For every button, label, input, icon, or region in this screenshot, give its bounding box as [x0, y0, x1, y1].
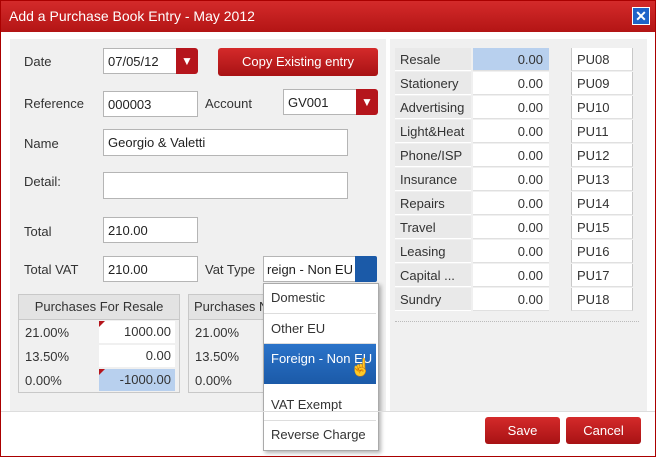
hand-cursor-icon: ☝ — [350, 358, 372, 377]
purchases-for-resale-table: Purchases For Resale 21.00% 1000.00 13.5… — [18, 294, 180, 393]
account-name: Insurance — [395, 168, 471, 191]
account-select[interactable]: GV001 — [283, 89, 357, 115]
vat-option-vat-exempt[interactable]: VAT Exempt — [264, 397, 376, 419]
account-dropdown-button[interactable]: ▼ — [356, 89, 378, 115]
account-code: PU08 — [571, 48, 633, 71]
account-amount-field[interactable]: 0.00 — [473, 192, 549, 215]
divider — [264, 313, 376, 314]
vat-option-domestic[interactable]: Domestic — [264, 290, 376, 312]
account-name: Travel — [395, 216, 471, 239]
account-code: PU13 — [571, 168, 633, 191]
account-amount-field[interactable]: 0.00 — [473, 144, 549, 167]
name-field[interactable]: Georgio & Valetti — [103, 129, 348, 156]
close-icon[interactable]: ✕ — [632, 7, 650, 25]
account-name: Capital ... — [395, 264, 471, 287]
reference-label: Reference — [24, 96, 84, 111]
account-name: Resale — [395, 48, 471, 71]
account-code: PU12 — [571, 144, 633, 167]
vat-rate: 13.50% — [25, 349, 70, 364]
vat-rate: 21.00% — [195, 325, 240, 340]
vat-option-other-eu[interactable]: Other EU — [264, 321, 376, 343]
total-field[interactable]: 210.00 — [103, 217, 198, 243]
total-vat-label: Total VAT — [24, 262, 79, 277]
total-label: Total — [24, 224, 52, 239]
divider — [264, 420, 376, 421]
chevron-down-icon: ▼ — [181, 54, 193, 68]
copy-existing-entry-button[interactable]: Copy Existing entry — [218, 48, 378, 76]
account-code: PU17 — [571, 264, 633, 287]
save-button[interactable]: Save — [485, 417, 560, 444]
list-item: Resale 0.00 PU08 — [395, 48, 635, 72]
vat-rate: 0.00% — [195, 373, 232, 388]
vat-rate: 0.00% — [25, 373, 62, 388]
vat-type-dropdown-button[interactable] — [355, 256, 377, 282]
date-field[interactable]: 07/05/12 — [103, 48, 177, 74]
list-item: Phone/ISP 0.00 PU12 — [395, 144, 635, 168]
account-name: Leasing — [395, 240, 471, 263]
vat-amount-field[interactable]: -1000.00 — [99, 369, 175, 391]
vat-type-dropdown-list: Domestic Other EU Foreign - Non EU ☝ VAT… — [263, 283, 379, 451]
list-item: Stationery 0.00 PU09 — [395, 72, 635, 96]
account-code: PU15 — [571, 216, 633, 239]
account-name: Sundry — [395, 288, 471, 311]
account-amount-field[interactable]: 0.00 — [473, 96, 549, 119]
list-item: Insurance 0.00 PU13 — [395, 168, 635, 192]
divider — [395, 321, 639, 322]
vat-option-foreign-non-eu[interactable]: Foreign - Non EU ☝ — [264, 344, 376, 384]
table-header: Purchases For Resale — [19, 295, 179, 320]
account-name: Stationery — [395, 72, 471, 95]
account-amount-field[interactable]: 0.00 — [473, 288, 549, 311]
account-code: PU11 — [571, 120, 633, 143]
flag-icon — [99, 369, 105, 375]
account-code: PU16 — [571, 240, 633, 263]
vat-amount-field[interactable]: 1000.00 — [99, 321, 175, 343]
chevron-down-icon: ▼ — [361, 95, 373, 109]
vat-amount-field[interactable]: 0.00 — [99, 345, 175, 367]
total-vat-field[interactable]: 210.00 — [103, 256, 198, 282]
vat-type-select[interactable]: reign - Non EU — [263, 256, 356, 282]
detail-field[interactable] — [103, 172, 348, 199]
list-item: Capital ... 0.00 PU17 — [395, 264, 635, 288]
reference-field[interactable]: 000003 — [103, 91, 198, 117]
detail-label: Detail: — [24, 174, 61, 189]
list-item: Advertising 0.00 PU10 — [395, 96, 635, 120]
vat-rate: 21.00% — [25, 325, 70, 340]
account-name: Repairs — [395, 192, 471, 215]
flag-icon — [99, 321, 105, 327]
account-amount-field[interactable]: 0.00 — [473, 216, 549, 239]
account-name: Phone/ISP — [395, 144, 471, 167]
account-amount-field[interactable]: 0.00 — [473, 168, 549, 191]
purchase-entry-dialog: Add a Purchase Book Entry - May 2012 ✕ D… — [0, 0, 656, 457]
cancel-button[interactable]: Cancel — [566, 417, 641, 444]
list-item: Leasing 0.00 PU16 — [395, 240, 635, 264]
account-amount-field[interactable]: 0.00 — [473, 48, 549, 71]
footer-divider — [1, 411, 655, 412]
account-amount-field[interactable]: 0.00 — [473, 240, 549, 263]
name-label: Name — [24, 136, 59, 151]
vat-option-reverse-charge[interactable]: Reverse Charge — [264, 427, 376, 449]
list-item: Travel 0.00 PU15 — [395, 216, 635, 240]
account-amount-field[interactable]: 0.00 — [473, 72, 549, 95]
account-code: PU09 — [571, 72, 633, 95]
table-row: 0.00% -1000.00 — [19, 368, 179, 392]
account-name: Light&Heat — [395, 120, 471, 143]
list-item: Sundry 0.00 PU18 — [395, 288, 635, 312]
vat-type-label: Vat Type — [205, 262, 256, 277]
account-amount-field[interactable]: 0.00 — [473, 264, 549, 287]
vat-rate: 13.50% — [195, 349, 240, 364]
table-row: 21.00% 1000.00 — [19, 320, 179, 344]
date-label: Date — [24, 54, 52, 69]
list-item: Repairs 0.00 PU14 — [395, 192, 635, 216]
table-row: 13.50% 0.00 — [19, 344, 179, 368]
title-bar[interactable]: Add a Purchase Book Entry - May 2012 ✕ — [1, 1, 655, 32]
account-code: PU14 — [571, 192, 633, 215]
date-dropdown-button[interactable]: ▼ — [176, 48, 198, 74]
list-item: Light&Heat 0.00 PU11 — [395, 120, 635, 144]
account-code: PU10 — [571, 96, 633, 119]
account-label: Account — [205, 96, 252, 111]
account-name: Advertising — [395, 96, 471, 119]
account-code: PU18 — [571, 288, 633, 311]
account-amount-field[interactable]: 0.00 — [473, 120, 549, 143]
window-title: Add a Purchase Book Entry - May 2012 — [9, 8, 255, 24]
